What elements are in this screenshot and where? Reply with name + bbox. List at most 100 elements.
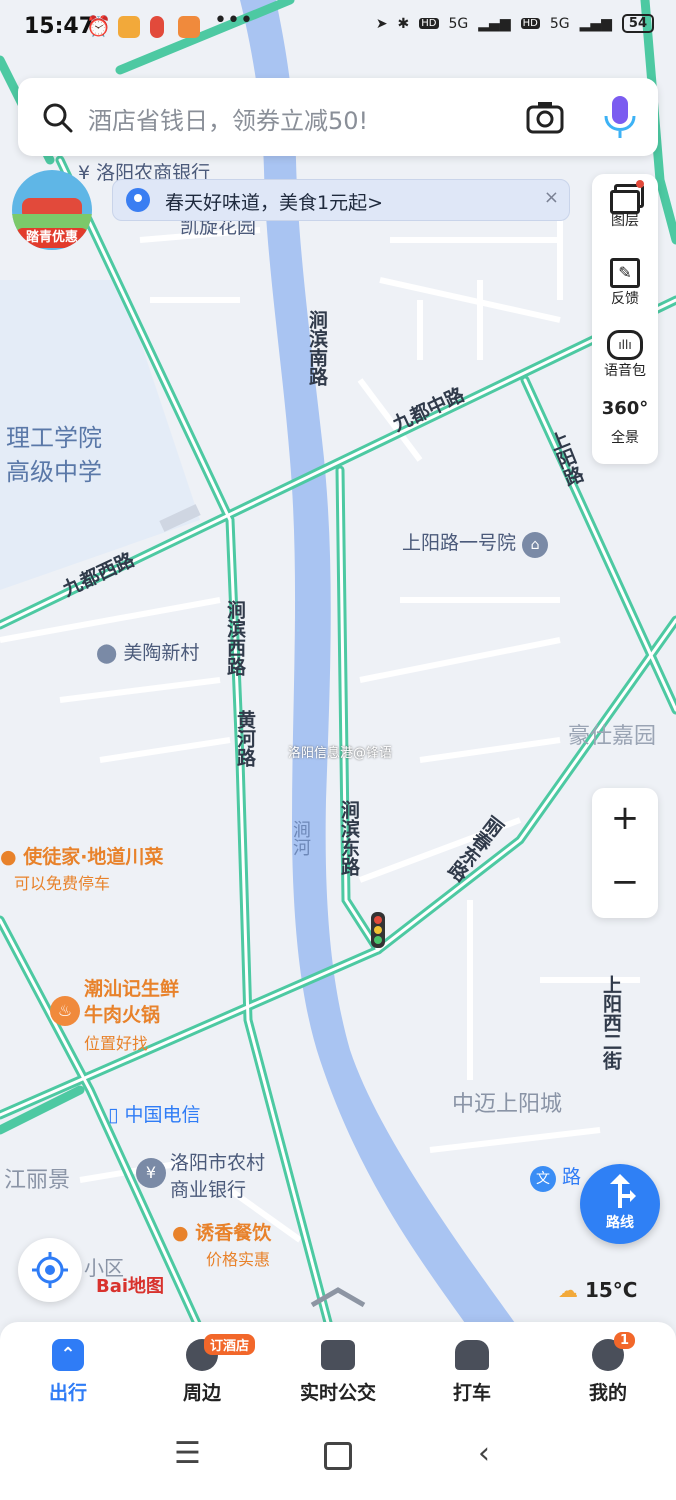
panorama-label: 全景 bbox=[611, 430, 639, 446]
bus-icon bbox=[321, 1340, 355, 1370]
watermark: 洛阳信息港@锋语 bbox=[288, 746, 393, 761]
route-arrow-icon bbox=[610, 1174, 636, 1208]
status-time: 15:47 bbox=[24, 14, 95, 39]
promo-label: 踏青优惠 bbox=[15, 228, 89, 248]
label-shitujia-sub: 可以免费停车 bbox=[14, 874, 111, 893]
status-bar: 15:47 ⏰ ••• ➤ ✱ HD 5G ▂▄▆ HD 5G ▂▄▆ 54 bbox=[0, 0, 676, 58]
hotpot-icon: ♨ bbox=[50, 996, 80, 1026]
nav-bus[interactable]: 实时公交 bbox=[278, 1332, 398, 1405]
label-zhongmai: 中迈上阳城 bbox=[452, 1092, 563, 1117]
layers-button[interactable]: 图层 bbox=[592, 180, 658, 230]
bottom-nav: ⌃ 出行 订酒店 周边 实时公交 打车 1 我的 bbox=[0, 1322, 676, 1422]
label-gaoji: 高级中学 bbox=[6, 458, 102, 486]
voice-pack-button[interactable]: ıllı 语音包 bbox=[592, 330, 658, 380]
menu-icon[interactable]: ☰ bbox=[174, 1436, 201, 1471]
nav-nearby[interactable]: 订酒店 周边 bbox=[142, 1332, 262, 1405]
signal-1: 5G bbox=[448, 15, 469, 32]
route-label: 路线 bbox=[606, 1215, 634, 1231]
taxi-icon bbox=[455, 1340, 489, 1370]
promo-badge[interactable]: 踏青优惠 bbox=[12, 170, 92, 250]
label-jianbin-dong: 涧滨东路 bbox=[338, 800, 360, 876]
system-nav-bar: ☰ ‹ bbox=[0, 1422, 676, 1500]
app-icon bbox=[118, 16, 140, 38]
label-jiangli: 江丽景 bbox=[4, 1168, 71, 1193]
signal-bars-icon: ▂▄▆ bbox=[579, 15, 612, 32]
voice-label: 语音包 bbox=[604, 363, 646, 379]
temperature: 15°C bbox=[584, 1278, 638, 1302]
label-chaoshan-sub: 位置好找 bbox=[84, 1034, 149, 1053]
label-haoshi: 豪仕嘉园 bbox=[568, 724, 657, 749]
label-youxiang-sub: 价格实惠 bbox=[206, 1250, 271, 1269]
label-jianhe: 涧河 bbox=[290, 820, 311, 856]
hotel-badge: 订酒店 bbox=[204, 1334, 256, 1355]
back-icon[interactable]: ‹ bbox=[478, 1436, 490, 1471]
weather-widget[interactable]: ☁ 15°C bbox=[558, 1278, 637, 1302]
nav-profile-label: 我的 bbox=[588, 1382, 627, 1404]
home-icon[interactable] bbox=[324, 1436, 352, 1470]
panorama-icon: 360° bbox=[601, 398, 649, 419]
bluetooth-icon: ✱ bbox=[397, 15, 410, 32]
label-meitao[interactable]: ⬤ 美陶新村 bbox=[96, 638, 199, 665]
voice-icon: ıllı bbox=[607, 330, 643, 360]
restaurant-icon: ● bbox=[172, 1222, 196, 1244]
notice-banner[interactable]: 春天好味道，美食1元起> × bbox=[112, 179, 570, 221]
signal-2: 5G bbox=[549, 15, 570, 32]
locate-button[interactable] bbox=[18, 1238, 82, 1302]
map-pin-icon bbox=[150, 16, 164, 38]
culture-icon: 文 bbox=[530, 1166, 556, 1192]
search-bar[interactable]: 酒店省钱日，领券立减50! bbox=[18, 78, 658, 156]
nav-taxi[interactable]: 打车 bbox=[412, 1332, 532, 1405]
more-notifications-icon: ••• bbox=[214, 8, 253, 33]
nav-bus-label: 实时公交 bbox=[299, 1382, 376, 1404]
label-shangyang-yihao[interactable]: 上阳路一号院 ⌂ bbox=[402, 528, 549, 558]
location-pin-icon bbox=[126, 188, 150, 212]
baidu-logo: Bai地图 bbox=[96, 1276, 165, 1297]
search-icon bbox=[43, 103, 73, 133]
search-input[interactable]: 酒店省钱日，领券立减50! bbox=[88, 101, 368, 136]
feedback-button[interactable]: ✎ 反馈 bbox=[592, 258, 658, 308]
label-shitujia[interactable]: ● 使徒家·地道川菜 bbox=[0, 842, 163, 869]
cloud-sun-icon: ☁ bbox=[558, 1278, 578, 1302]
notice-text[interactable]: 春天好味道，美食1元起> bbox=[165, 188, 383, 215]
crosshair-icon bbox=[32, 1252, 68, 1288]
panorama-button[interactable]: 360° 全景 bbox=[592, 398, 658, 447]
camera-icon[interactable] bbox=[526, 100, 564, 134]
label-jianbin-nan: 涧滨南路 bbox=[306, 310, 328, 386]
location-icon: ➤ bbox=[375, 15, 388, 32]
label-nongcun-2[interactable]: 商业银行 bbox=[170, 1175, 246, 1202]
label-jianbin-xi: 涧滨西路 bbox=[224, 600, 246, 676]
layers-icon bbox=[610, 180, 644, 214]
zoom-out-button[interactable]: − bbox=[592, 862, 658, 902]
label-huanghe: 黄河路 bbox=[234, 710, 256, 767]
nav-profile[interactable]: 1 我的 bbox=[548, 1332, 668, 1405]
building-icon: ⌂ bbox=[522, 532, 549, 558]
label-ligong: 理工学院 bbox=[6, 424, 102, 452]
close-icon[interactable]: × bbox=[544, 187, 559, 208]
phone-icon: ▯ bbox=[108, 1104, 125, 1126]
restaurant-icon: ● bbox=[0, 846, 24, 868]
microphone-icon[interactable] bbox=[602, 94, 638, 140]
label-chaoshan-1[interactable]: 潮汕记生鲜 bbox=[84, 974, 179, 1001]
label-youxiang[interactable]: ● 诱香餐饮 bbox=[172, 1218, 271, 1245]
label-nongcun-1[interactable]: 洛阳市农村 bbox=[170, 1148, 265, 1175]
zoom-controls: + − bbox=[592, 788, 658, 918]
nav-taxi-label: 打车 bbox=[452, 1382, 491, 1404]
label-telecom[interactable]: ▯ 中国电信 bbox=[108, 1100, 201, 1127]
nav-travel-label: 出行 bbox=[48, 1382, 87, 1404]
label-chaoshan-2[interactable]: 牛肉火锅 bbox=[84, 1000, 160, 1027]
nav-travel[interactable]: ⌃ 出行 bbox=[8, 1332, 128, 1405]
profile-badge: 1 bbox=[614, 1332, 636, 1349]
route-button[interactable]: 路线 bbox=[580, 1164, 660, 1244]
zoom-in-button[interactable]: + bbox=[592, 798, 658, 838]
signal-bars-icon: ▂▄▆ bbox=[478, 15, 511, 32]
edit-icon: ✎ bbox=[610, 258, 640, 288]
feedback-label: 反馈 bbox=[611, 291, 639, 307]
hd-label-2: HD bbox=[520, 18, 540, 29]
alarm-icon: ⏰ bbox=[86, 14, 111, 38]
label-wenlu[interactable]: 文 路 bbox=[530, 1162, 581, 1192]
bank-icon-2: ¥ bbox=[136, 1158, 166, 1188]
bank-icon: ¥ bbox=[78, 162, 97, 184]
shop-icon bbox=[178, 16, 200, 38]
nav-nearby-label: 周边 bbox=[182, 1382, 221, 1404]
travel-icon: ⌃ bbox=[52, 1339, 84, 1371]
